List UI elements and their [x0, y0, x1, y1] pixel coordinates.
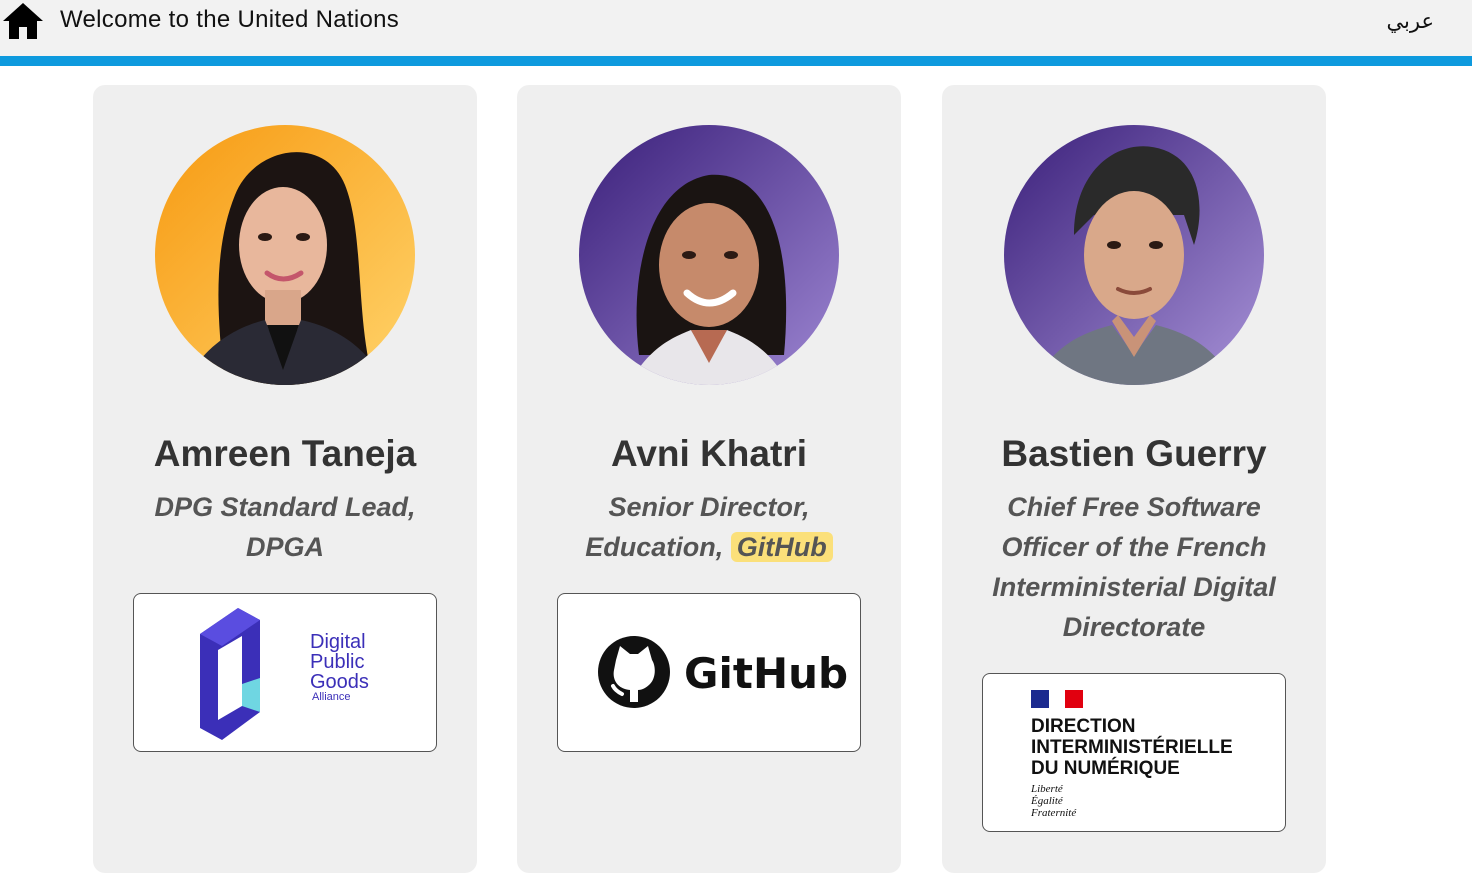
speaker-name: Bastien Guerry — [1001, 433, 1267, 474]
home-icon — [3, 3, 43, 39]
speaker-portrait — [155, 125, 415, 385]
site-title: Welcome to the United Nations — [60, 6, 400, 33]
language-link-arabic[interactable]: عربي — [1387, 8, 1434, 36]
top-bar: Welcome to the United Nations عربي — [0, 0, 1472, 56]
svg-text:GitHub: GitHub — [684, 649, 848, 698]
speaker-card: Bastien Guerry Chief Free Software Offic… — [942, 85, 1326, 873]
speaker-card: Avni Khatri Senior Director, Education, … — [517, 85, 901, 873]
svg-text:Public: Public — [310, 651, 364, 673]
svg-text:DU NUMÉRIQUE: DU NUMÉRIQUE — [1031, 757, 1180, 779]
svg-text:Alliance: Alliance — [312, 691, 351, 703]
speaker-name: Avni Khatri — [611, 433, 807, 474]
svg-text:Digital: Digital — [310, 631, 366, 653]
organization-logo-github[interactable]: GitHub — [557, 593, 861, 752]
digital-public-goods-alliance-logo: Digital Public Goods Alliance — [200, 608, 369, 740]
speaker-role: Chief Free Software Officer of the Frenc… — [992, 492, 1276, 642]
svg-text:Liberté: Liberté — [1030, 783, 1064, 795]
marianne-flag-logo: DIRECTION INTERMINISTÉRIELLE DU NUMÉRIQU… — [1030, 690, 1233, 819]
header-accent-line — [0, 56, 1472, 66]
svg-text:Égalité: Égalité — [1030, 795, 1064, 807]
svg-text:Fraternité: Fraternité — [1030, 807, 1077, 819]
organization-logo-dinum[interactable]: DIRECTION INTERMINISTÉRIELLE DU NUMÉRIQU… — [982, 673, 1286, 832]
highlighted-text: GitHub — [730, 532, 833, 562]
speaker-portrait — [1004, 125, 1264, 385]
github-logo: GitHub — [598, 636, 848, 708]
svg-text:Goods: Goods — [310, 671, 369, 693]
speaker-name: Amreen Taneja — [153, 433, 417, 474]
organization-logo-dpga[interactable]: Digital Public Goods Alliance — [133, 593, 437, 752]
speaker-portrait — [579, 125, 839, 385]
speaker-role: Senior Director, Education, GitHub — [557, 487, 861, 567]
svg-text:INTERMINISTÉRIELLE: INTERMINISTÉRIELLE — [1031, 736, 1233, 758]
speaker-role: DPG Standard Lead, DPGA — [154, 492, 416, 562]
svg-text:DIRECTION: DIRECTION — [1031, 716, 1136, 737]
speaker-card: Amreen Taneja DPG Standard Lead, DPGA Di… — [93, 85, 477, 873]
home-button[interactable] — [2, 2, 44, 40]
